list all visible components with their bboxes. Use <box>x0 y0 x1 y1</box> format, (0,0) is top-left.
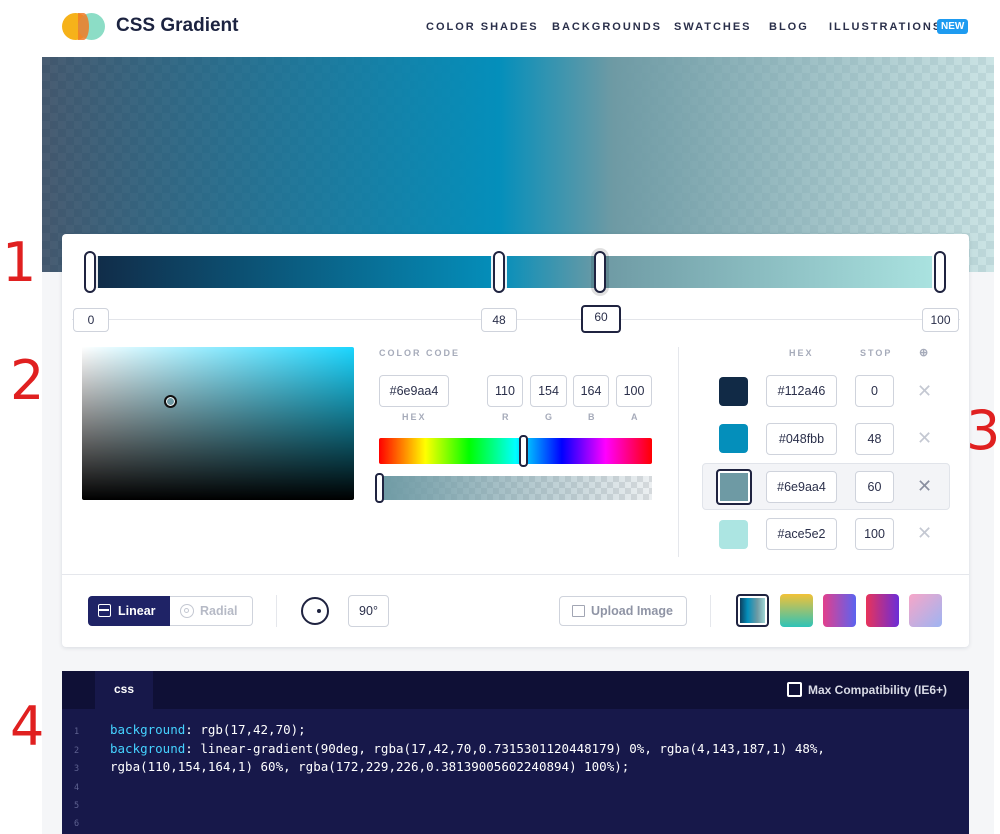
nav-blog[interactable]: BLOG <box>769 21 809 33</box>
preset-gradient-3[interactable] <box>823 594 856 627</box>
code-line-3[interactable]: rgba(110,154,164,1) 60%, rgba(172,229,22… <box>110 759 629 774</box>
annotation-4: 4 <box>10 695 45 758</box>
stop-handle-60[interactable] <box>594 251 606 293</box>
annotation-1: 1 <box>2 231 37 294</box>
line-number: 3 <box>74 764 80 774</box>
css-value: : linear-gradient(90deg, rgba(17,42,70,0… <box>185 741 825 756</box>
preset-gradient-2[interactable] <box>780 594 813 627</box>
preset-gradient-4[interactable] <box>866 594 899 627</box>
radial-icon <box>180 604 194 618</box>
toolbar-divider <box>62 574 969 575</box>
code-line-1[interactable]: background: rgb(17,42,70); <box>110 722 306 737</box>
linear-button[interactable]: Linear <box>88 596 170 626</box>
brand-name[interactable]: CSS Gradient <box>116 15 238 37</box>
hex-label: HEX <box>402 412 427 422</box>
upload-image-label: Upload Image <box>591 604 673 618</box>
stop-swatch-60[interactable] <box>716 469 752 505</box>
remove-stop-icon[interactable]: ✕ <box>917 524 932 542</box>
stop-label-100[interactable]: 100 <box>922 308 959 332</box>
stop-position-input[interactable]: 100 <box>855 518 894 550</box>
saturation-value-picker[interactable] <box>82 347 354 500</box>
stop-position-input[interactable]: 0 <box>855 375 894 407</box>
upload-image-button[interactable]: Upload Image <box>559 596 687 626</box>
nav-illustrations[interactable]: ILLUSTRATIONS <box>829 21 942 33</box>
hue-knob[interactable] <box>519 435 528 467</box>
tab-css[interactable]: css <box>95 671 153 709</box>
stop-position-input[interactable]: 60 <box>855 471 894 503</box>
nav-backgrounds[interactable]: BACKGROUNDS <box>552 21 662 33</box>
line-number: 5 <box>74 801 80 811</box>
css-value: : rgb(17,42,70); <box>185 722 306 737</box>
line-number: 4 <box>74 783 80 793</box>
hex-input[interactable]: #6e9aa4 <box>379 375 449 407</box>
annotation-2: 2 <box>10 349 45 412</box>
stop-swatch-0[interactable] <box>719 377 748 406</box>
stop-hex-input[interactable]: #112a46 <box>766 375 837 407</box>
stop-label-0[interactable]: 0 <box>73 308 109 332</box>
annotation-3: 3 <box>966 399 1000 462</box>
a-input[interactable]: 100 <box>616 375 652 407</box>
linear-label: Linear <box>118 604 156 618</box>
hue-slider[interactable] <box>379 438 652 464</box>
stop-hex-input[interactable]: #6e9aa4 <box>766 471 837 503</box>
gradient-bar[interactable] <box>87 256 945 288</box>
b-label: B <box>588 412 597 422</box>
stop-hex-input[interactable]: #048fbb <box>766 423 837 455</box>
radial-button[interactable]: Radial <box>170 596 253 626</box>
angle-dial-icon[interactable] <box>301 597 329 625</box>
b-input[interactable]: 164 <box>573 375 609 407</box>
remove-stop-icon[interactable]: ✕ <box>917 382 932 400</box>
max-compatibility-label[interactable]: Max Compatibility (IE6+) <box>808 683 947 697</box>
add-stop-icon[interactable]: ⊕ <box>919 346 928 359</box>
new-badge: NEW <box>937 19 969 34</box>
g-label: G <box>545 412 555 422</box>
stop-label-48[interactable]: 48 <box>481 308 517 332</box>
stop-swatch-100[interactable] <box>719 520 748 549</box>
stop-swatch-48[interactable] <box>719 424 748 453</box>
alpha-slider[interactable] <box>379 476 652 500</box>
image-icon <box>572 605 585 617</box>
nav-color-shades[interactable]: COLOR SHADES <box>426 21 539 33</box>
color-code-label: COLOR CODE <box>379 348 461 358</box>
preset-gradient-5[interactable] <box>909 594 942 627</box>
toolbar-separator <box>276 595 277 627</box>
remove-stop-icon[interactable]: ✕ <box>917 477 932 495</box>
css-property: background <box>110 741 186 756</box>
stop-label-60[interactable]: 60 <box>581 305 621 333</box>
stop-handle-100[interactable] <box>934 251 946 293</box>
g-input[interactable]: 154 <box>530 375 567 407</box>
radial-label: Radial <box>200 604 238 618</box>
stop-position-input[interactable]: 48 <box>855 423 894 455</box>
nav-swatches[interactable]: SWATCHES <box>674 21 752 33</box>
preset-gradient-1[interactable] <box>736 594 769 627</box>
hex-column-header: HEX <box>789 348 814 358</box>
stop-handle-48[interactable] <box>493 251 505 293</box>
angle-input[interactable]: 90° <box>348 595 389 627</box>
code-line-2[interactable]: background: linear-gradient(90deg, rgba(… <box>110 741 825 756</box>
r-input[interactable]: 110 <box>487 375 523 407</box>
css-property: background <box>110 722 186 737</box>
linear-icon <box>98 604 111 617</box>
column-divider <box>678 347 679 557</box>
logo-icon[interactable] <box>62 13 106 40</box>
r-label: R <box>502 412 511 422</box>
line-number: 1 <box>74 727 80 737</box>
alpha-knob[interactable] <box>375 473 384 503</box>
remove-stop-icon[interactable]: ✕ <box>917 429 932 447</box>
line-number: 6 <box>74 819 80 829</box>
stop-handle-0[interactable] <box>84 251 96 293</box>
a-label: A <box>631 412 640 422</box>
stop-column-header: STOP <box>860 348 893 358</box>
picker-cursor[interactable] <box>164 395 177 408</box>
stop-hex-input[interactable]: #ace5e2 <box>766 518 837 550</box>
max-compatibility-checkbox[interactable] <box>787 682 802 697</box>
line-number: 2 <box>74 746 80 756</box>
toolbar-separator <box>710 595 711 627</box>
